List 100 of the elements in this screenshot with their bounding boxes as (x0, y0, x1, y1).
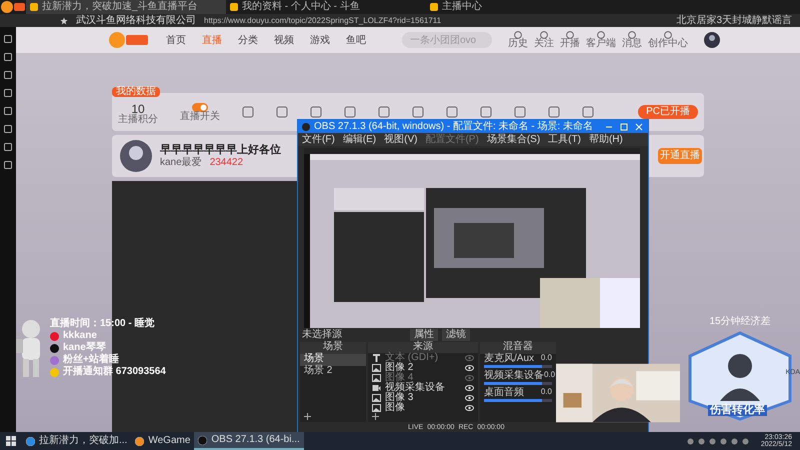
hot-count: 234422 (210, 158, 244, 168)
toggle-switch[interactable] (192, 102, 208, 112)
header-icon[interactable] (566, 31, 574, 39)
tool-icon[interactable] (446, 106, 458, 118)
tool-icon[interactable] (378, 106, 390, 118)
header-link[interactable]: 历史 (508, 39, 528, 49)
star-icon[interactable] (60, 16, 68, 24)
nav-link[interactable]: 游戏 (310, 32, 330, 48)
panel-header: 混音器 (480, 342, 556, 354)
window-controls-icon[interactable] (604, 122, 644, 130)
sidebar-icon[interactable] (4, 107, 12, 115)
tool-icon[interactable] (276, 106, 288, 118)
tool-icon[interactable] (480, 106, 492, 118)
header-icon[interactable] (540, 31, 548, 39)
channel-name: 麦克风/Aux (484, 354, 534, 364)
nav-link[interactable]: 鱼吧 (346, 32, 366, 48)
menu-item[interactable]: 编辑(E) (342, 134, 376, 144)
channel-name: 视频采集设备 (484, 371, 544, 381)
sidebar-icon[interactable] (4, 35, 12, 43)
header-icon[interactable] (664, 31, 672, 39)
header-icon[interactable] (514, 31, 522, 39)
news-link[interactable]: 北京居家3天封城静默谣言 (676, 16, 792, 26)
source-type-icon (372, 403, 381, 413)
streamer-name: kane最爱 (160, 158, 202, 168)
sidebar-icon[interactable] (4, 53, 12, 61)
avatar-icon (120, 140, 152, 172)
window-title: OBS 27.1.3 (64-bit, windows) - 配置文件: 未命名 - 场景: 未命名 (314, 122, 593, 132)
source-item[interactable]: 文本 (GDI+) (385, 352, 438, 363)
tool-icon[interactable] (242, 106, 254, 118)
tool-icon[interactable] (344, 106, 356, 118)
taskbar-app[interactable]: 拉新潜力，突破加... (22, 432, 132, 450)
source-type-icon (372, 392, 381, 403)
toolbar-button[interactable]: 属性 (410, 329, 438, 341)
logo-icon (0, 0, 26, 14)
tool-icon[interactable] (548, 106, 560, 118)
header-link[interactable]: 创作中心 (648, 39, 688, 49)
channel-reading: 0.0 (540, 354, 552, 364)
nav-link[interactable]: 首页 (166, 32, 186, 48)
toolbar-button[interactable]: 滤镜 (442, 329, 470, 341)
scene-item[interactable]: 场景 (300, 354, 366, 366)
panel-header: 场景 (300, 342, 366, 354)
volume-slider[interactable] (484, 365, 552, 368)
taskbar-app[interactable]: OBS 27.1.3 (64-bi... (194, 432, 304, 450)
source-label: 未选择源 (302, 330, 342, 340)
scene-item[interactable]: 场景 2 (300, 366, 366, 378)
tool-icon[interactable] (582, 106, 594, 118)
social-text: kkkane (63, 331, 97, 341)
favicon-icon (430, 3, 438, 11)
source-item[interactable]: 视频采集设备 (385, 382, 445, 393)
menu-item[interactable]: 视图(V) (384, 134, 418, 144)
taskbar-app[interactable]: WeGame (131, 432, 194, 450)
sidebar-icon[interactable] (4, 89, 12, 97)
channel-reading: 0.0 (544, 371, 556, 381)
source-item[interactable]: 图像 (385, 403, 405, 413)
menu-item[interactable]: 场景集合(S) (486, 134, 540, 144)
source-item[interactable]: 图像 4 (385, 372, 414, 383)
browser-tab[interactable]: 拉新潜力，突破加速_斗鱼直播平台 (26, 0, 226, 14)
header-link[interactable]: 开播 (560, 39, 580, 49)
source-type-icon (372, 352, 381, 363)
add-icon[interactable] (304, 413, 311, 420)
tool-icon[interactable] (310, 106, 322, 118)
sidebar-icon[interactable] (4, 143, 12, 151)
obs-icon (302, 122, 310, 130)
header-link[interactable]: 关注 (534, 39, 554, 49)
source-item[interactable]: 图像 2 (385, 362, 414, 373)
source-item[interactable]: 图像 3 (385, 392, 414, 403)
header-link[interactable]: 客户端 (586, 39, 616, 49)
sidebar-icon[interactable] (4, 71, 12, 79)
source-type-icon (372, 362, 381, 373)
nav-link[interactable]: 分类 (238, 32, 258, 48)
overlay-caption: 15分钟经济差 (709, 317, 771, 327)
panel-header: 来源 (368, 342, 478, 353)
add-icon[interactable] (372, 413, 379, 420)
app-icon (26, 436, 35, 446)
site-company: 武汉斗鱼网络科技有限公司 (76, 16, 196, 26)
header-icon[interactable] (597, 31, 605, 39)
menu-item[interactable]: 帮助(H) (588, 134, 623, 144)
avatar-icon[interactable] (704, 32, 720, 48)
overlay-title: 伤害转化率 (708, 405, 767, 416)
tool-icon[interactable] (412, 106, 424, 118)
header-icon[interactable] (628, 31, 636, 39)
url-field[interactable]: https://www.douyu.com/topic/2022SpringST_LOLZF4?rid=1561711 (204, 16, 442, 24)
menu-item[interactable]: 文件(F) (302, 134, 335, 144)
favicon-icon (230, 3, 238, 11)
favicon-icon (30, 3, 38, 11)
sidebar-icon[interactable] (4, 125, 12, 133)
volume-slider[interactable] (484, 399, 552, 402)
nav-link[interactable]: 视频 (274, 32, 294, 48)
app-icon (135, 436, 144, 446)
source-type-icon (372, 372, 381, 383)
tool-icon[interactable] (514, 106, 526, 118)
douyu-logo[interactable] (108, 31, 150, 49)
start-icon[interactable] (6, 436, 16, 446)
stream-title: 早早早早早早早上好各位 (160, 144, 281, 156)
search-field[interactable]: 一条小团团ovo (402, 32, 492, 48)
social-text: kane琴琴 (63, 343, 106, 353)
sidebar-icon[interactable] (4, 161, 12, 169)
header-link[interactable]: 消息 (622, 39, 642, 49)
menu-item[interactable]: 工具(T) (548, 134, 581, 144)
volume-slider[interactable] (484, 382, 552, 385)
